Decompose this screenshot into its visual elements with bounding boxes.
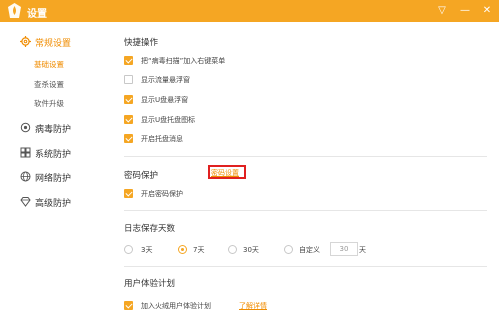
radio-label: 30天 [243, 246, 259, 254]
section-title-quick-ops: 快捷操作 [124, 38, 159, 48]
globe-icon [20, 171, 31, 182]
radio-label: 3天 [141, 246, 153, 254]
divider [124, 210, 487, 211]
diamond-icon [20, 197, 31, 207]
virus-shield-icon [20, 122, 31, 133]
checkbox[interactable] [124, 134, 133, 143]
radio-7-days[interactable] [178, 245, 187, 254]
radio-custom[interactable] [284, 245, 293, 254]
divider [124, 266, 487, 267]
close-icon[interactable]: ✕ [477, 2, 497, 20]
sidebar-item-label: 病毒防护 [35, 125, 72, 135]
checkbox[interactable] [124, 115, 133, 124]
section-title-password: 密码保护 [124, 171, 159, 181]
divider [124, 156, 487, 157]
settings-panel: 快捷操作 把“病毒扫描”加入右键菜单 显示流量悬浮窗 显示U盘悬浮窗 显示U盘托… [108, 22, 499, 333]
gear-icon [20, 36, 31, 47]
sidebar-item-system[interactable]: 系统防护 [0, 143, 108, 163]
menu-dropdown-icon[interactable]: ▽ [432, 2, 452, 20]
learn-more-link[interactable]: 了解详情 [239, 301, 267, 311]
password-settings-link[interactable]: 密码设置 [211, 168, 239, 178]
window-title: 设置 [27, 9, 47, 20]
app-logo-icon [8, 3, 21, 18]
sidebar-subitem-upgrade[interactable]: 软件升级 [34, 98, 64, 109]
sidebar-item-advanced[interactable]: 高级防护 [0, 192, 108, 212]
sidebar: 常规设置 基础设置 查杀设置 软件升级 病毒防护 系统防护 网络防护 高级防护 [0, 22, 108, 333]
section-title-ux-plan: 用户体验计划 [124, 279, 176, 289]
sidebar-subitem-basic[interactable]: 基础设置 [34, 59, 64, 70]
option-label: 开启托盘消息 [141, 135, 183, 143]
sidebar-item-label: 系统防护 [35, 150, 72, 160]
option-label: 开启密码保护 [141, 190, 183, 198]
option-label: 显示U盘托盘图标 [141, 116, 196, 124]
minimize-icon[interactable]: — [455, 2, 475, 20]
system-icon [20, 147, 31, 158]
option-label: 加入火绒用户体验计划 [141, 302, 211, 310]
sidebar-item-label: 高级防护 [35, 199, 72, 209]
checkbox[interactable] [124, 301, 133, 310]
sidebar-item-label: 常规设置 [35, 39, 72, 49]
radio-30-days[interactable] [228, 245, 237, 254]
unit-label: 天 [359, 246, 366, 254]
sidebar-subitem-scan[interactable]: 查杀设置 [34, 79, 64, 90]
sidebar-item-virus[interactable]: 病毒防护 [0, 118, 108, 138]
title-bar: 设置 ▽ — ✕ [0, 0, 499, 22]
radio-3-days[interactable] [124, 245, 133, 254]
option-label: 显示流量悬浮窗 [141, 76, 190, 84]
checkbox[interactable] [124, 95, 133, 104]
radio-label: 7天 [193, 246, 205, 254]
custom-days-input[interactable]: 30 [330, 242, 358, 256]
radio-label: 自定义 [299, 246, 320, 254]
checkbox[interactable] [124, 56, 133, 65]
sidebar-item-general[interactable]: 常规设置 [0, 32, 108, 52]
sidebar-item-label: 网络防护 [35, 174, 72, 184]
checkbox[interactable] [124, 189, 133, 198]
section-title-log-days: 日志保存天数 [124, 224, 176, 234]
checkbox[interactable] [124, 75, 133, 84]
sidebar-item-network[interactable]: 网络防护 [0, 167, 108, 187]
option-label: 把“病毒扫描”加入右键菜单 [141, 57, 226, 65]
option-label: 显示U盘悬浮窗 [141, 96, 189, 104]
